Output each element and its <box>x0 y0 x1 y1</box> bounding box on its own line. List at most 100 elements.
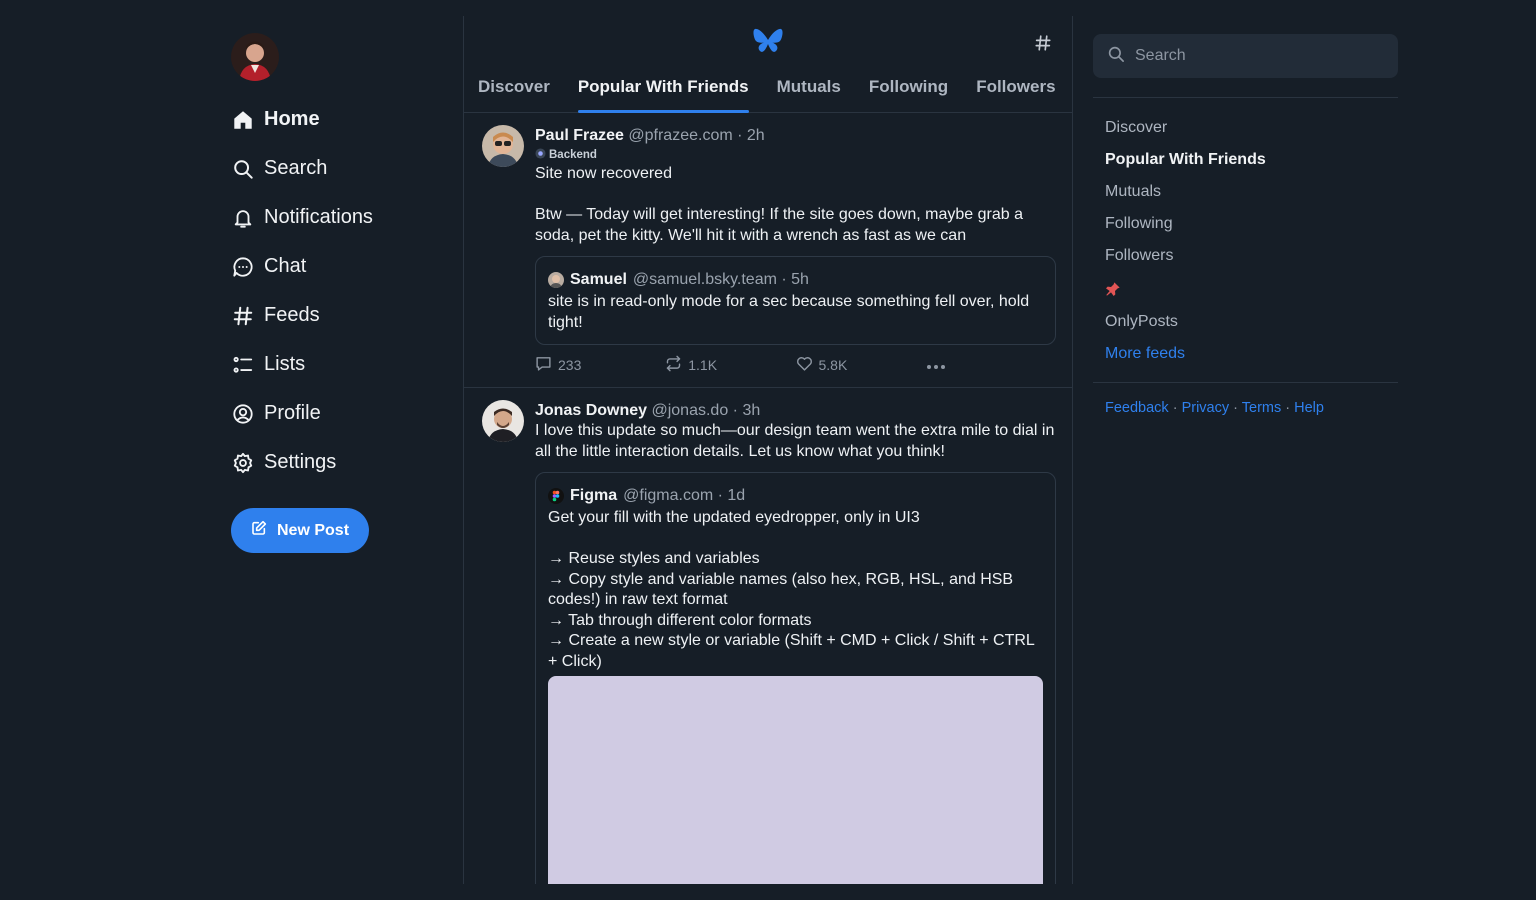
post-text: Site now recovered Btw — Today will get … <box>535 165 1023 244</box>
repost-button[interactable]: 1.1K <box>665 355 795 375</box>
like-button[interactable]: 5.8K <box>796 355 926 375</box>
butterfly-logo-icon[interactable] <box>753 28 783 56</box>
tab-pin-icon[interactable] <box>1070 74 1072 113</box>
feed-link-followers[interactable]: Followers <box>1093 240 1398 272</box>
tab-popular-with-friends[interactable]: Popular With Friends <box>564 74 763 113</box>
help-link[interactable]: Help <box>1294 400 1324 416</box>
post-avatar[interactable] <box>482 125 524 167</box>
nav-chat[interactable]: Chat <box>231 242 451 291</box>
post-text: I love this update so much—our design te… <box>535 422 1055 460</box>
tab-following[interactable]: Following <box>855 74 962 113</box>
feedback-link[interactable]: Feedback <box>1105 400 1169 416</box>
reply-count: 233 <box>558 357 582 373</box>
feed-link-discover[interactable]: Discover <box>1093 112 1398 144</box>
feed-column: Discover Popular With Friends Mutuals Fo… <box>463 16 1073 884</box>
feed-header: Discover Popular With Friends Mutuals Fo… <box>464 16 1072 113</box>
feed-pin-icon[interactable] <box>1093 272 1398 306</box>
new-post-button[interactable]: New Post <box>231 508 370 553</box>
post-label: Backend <box>535 148 1056 162</box>
footer-separator: · <box>1168 400 1182 416</box>
nav-label: Settings <box>264 451 337 473</box>
bell-icon <box>231 206 255 230</box>
post-author-name[interactable]: Paul Frazee <box>535 127 624 144</box>
nav-label: Search <box>264 157 328 179</box>
nav-label: Profile <box>264 402 321 424</box>
nav-search[interactable]: Search <box>231 144 451 193</box>
nav-lists[interactable]: Lists <box>231 340 451 389</box>
quoted-meta: @figma.com · 1d <box>623 487 746 504</box>
post[interactable]: Jonas Downey @jonas.do · 3h I love this … <box>464 388 1072 884</box>
nav-home[interactable]: Home <box>231 95 451 144</box>
new-post-label: New Post <box>277 521 350 539</box>
post[interactable]: Paul Frazee @pfrazee.com · 2h Backend Si… <box>464 113 1072 388</box>
feed-link-mutuals[interactable]: Mutuals <box>1093 176 1398 208</box>
search-icon <box>1107 45 1125 68</box>
divider <box>1093 382 1398 383</box>
feed-list: Discover Popular With Friends Mutuals Fo… <box>1093 112 1398 370</box>
figma-logo-icon <box>548 487 564 504</box>
my-avatar[interactable] <box>231 33 279 81</box>
nav-notifications[interactable]: Notifications <box>231 193 451 242</box>
feed-link-onlyposts[interactable]: OnlyPosts <box>1093 306 1398 338</box>
reply-icon <box>535 355 552 375</box>
tab-followers[interactable]: Followers <box>962 74 1069 113</box>
nav-label: Home <box>264 108 320 130</box>
feed-tabs: Discover Popular With Friends Mutuals Fo… <box>464 74 1072 113</box>
quoted-post-header: Samuel @samuel.bsky.team · 5h <box>548 269 1043 290</box>
heart-icon <box>796 355 813 375</box>
quoted-media-image[interactable] <box>548 676 1043 884</box>
chat-icon <box>231 255 255 279</box>
nav-label: Chat <box>264 255 307 277</box>
tab-mutuals[interactable]: Mutuals <box>763 74 855 113</box>
app: Home Search Notifications Chat Feeds Lis… <box>0 0 1536 900</box>
post-label-text: Backend <box>549 149 597 161</box>
nav-settings[interactable]: Settings <box>231 438 451 487</box>
like-count: 5.8K <box>818 357 848 373</box>
terms-link[interactable]: Terms <box>1242 400 1281 416</box>
quoted-meta: @samuel.bsky.team · 5h <box>632 271 809 288</box>
repost-icon <box>665 355 682 375</box>
label-icon <box>535 148 546 162</box>
post-header: Paul Frazee @pfrazee.com · 2h <box>535 125 1056 146</box>
post-actions: 233 1.1K 5.8K <box>535 355 1056 375</box>
repost-count: 1.1K <box>688 357 718 373</box>
list-icon <box>231 353 255 377</box>
privacy-link[interactable]: Privacy <box>1182 400 1230 416</box>
quoted-text: Get your fill with the updated eyedroppe… <box>548 509 1035 670</box>
feeds-hash-icon[interactable] <box>1034 32 1052 58</box>
nav-label: Lists <box>264 353 306 375</box>
post-avatar[interactable] <box>482 400 524 442</box>
search-input[interactable] <box>1135 47 1384 65</box>
hash-icon <box>231 304 255 328</box>
more-feeds-link[interactable]: More feeds <box>1093 338 1398 370</box>
footer-separator: · <box>1281 400 1295 416</box>
search-icon <box>231 157 255 181</box>
post-header: Jonas Downey @jonas.do · 3h <box>535 400 1056 421</box>
search-box[interactable] <box>1093 34 1398 78</box>
post-author-name[interactable]: Jonas Downey <box>535 402 647 419</box>
user-circle-icon <box>231 402 255 426</box>
tab-discover[interactable]: Discover <box>464 74 564 113</box>
feed-link-following[interactable]: Following <box>1093 208 1398 240</box>
nav-label: Notifications <box>264 206 373 228</box>
quoted-post[interactable]: Figma @figma.com · 1d Get your fill with… <box>535 472 1056 884</box>
quoted-author-name: Samuel <box>570 271 627 288</box>
quoted-avatar <box>548 271 564 288</box>
post-meta: @jonas.do · 3h <box>651 402 761 419</box>
divider <box>1093 97 1398 98</box>
quoted-author-name: Figma <box>570 487 618 504</box>
quoted-post[interactable]: Samuel @samuel.bsky.team · 5h site is in… <box>535 256 1056 345</box>
quoted-text: site is in read-only mode for a sec beca… <box>548 293 1030 331</box>
left-nav: Home Search Notifications Chat Feeds Lis… <box>231 33 451 553</box>
nav-profile[interactable]: Profile <box>231 389 451 438</box>
footer-links: Feedback · Privacy · Terms · Help <box>1093 400 1398 416</box>
footer-separator: · <box>1229 400 1242 416</box>
more-options-button[interactable] <box>926 357 1056 373</box>
post-meta: @pfrazee.com · 2h <box>628 127 765 144</box>
right-sidebar: Discover Popular With Friends Mutuals Fo… <box>1093 34 1398 416</box>
compose-icon <box>251 520 267 541</box>
reply-button[interactable]: 233 <box>535 355 665 375</box>
nav-feeds[interactable]: Feeds <box>231 291 451 340</box>
feed-link-popular-with-friends[interactable]: Popular With Friends <box>1093 144 1398 176</box>
home-icon <box>231 108 255 132</box>
